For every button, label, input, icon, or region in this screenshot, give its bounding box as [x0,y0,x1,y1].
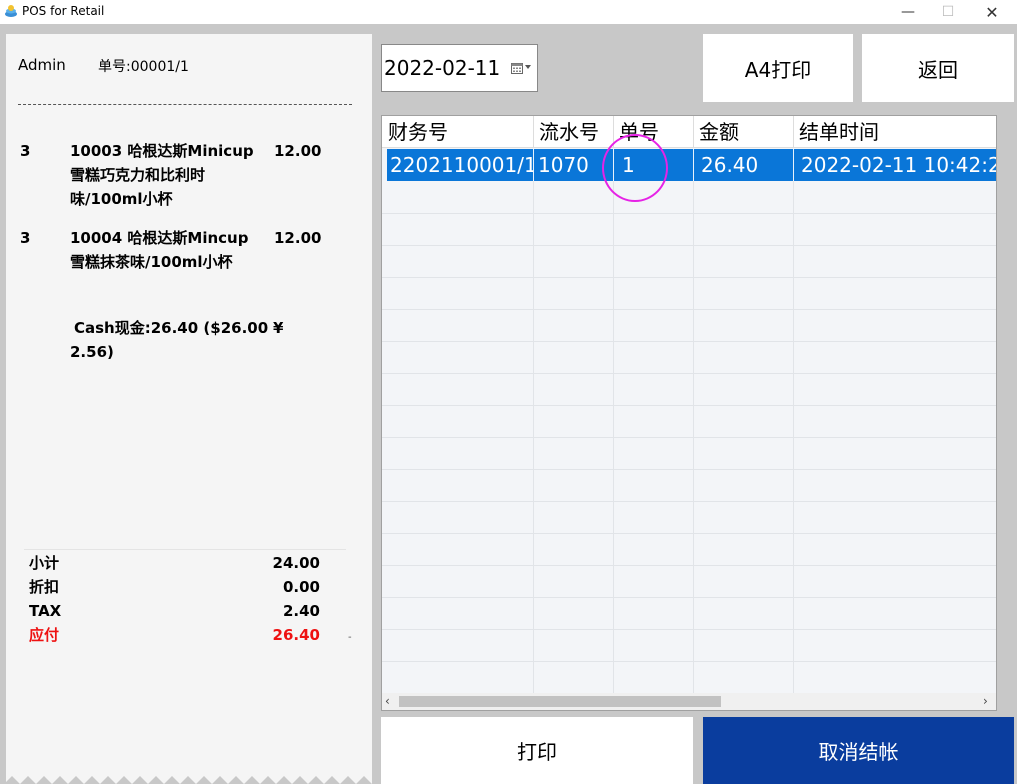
cell-amount: 26.40 [701,153,759,177]
grid-line [613,181,614,693]
amount-due-value: 26.40 [272,626,320,644]
horizontal-scrollbar[interactable]: ‹ › [382,693,996,710]
cell-finance-no: 2202110001/1 [390,153,533,177]
item-qty: 3 [20,142,31,160]
grid-header: 财务号 流水号 单号 金额 结单时间 [382,116,996,148]
subtotal-value: 24.00 [272,554,320,572]
receipt-torn-edge [6,770,372,784]
orders-grid: 财务号 流水号 单号 金额 结单时间 2202110001/1 1070 1 2… [381,115,997,711]
grid-line [693,181,694,693]
title-bar: POS for Retail — ☐ ✕ [0,0,1017,24]
grid-line [382,533,996,534]
subtotal-label: 小计 [29,554,60,572]
table-row[interactable]: 2202110001/1 1070 1 26.40 2022-02-11 10:… [387,149,997,181]
grid-line [382,309,996,310]
grid-line [382,405,996,406]
back-button[interactable]: 返回 [862,34,1014,102]
grid-line [382,373,996,374]
receipt-divider [18,104,352,105]
receipt-mark: - [348,632,352,643]
payment-currency: ¥ [273,319,284,337]
a4-print-button[interactable]: A4打印 [703,34,853,102]
date-picker[interactable]: 2022-02-11 [381,44,538,92]
scroll-left-icon[interactable]: ‹ [385,693,390,710]
item-description: 10004 哈根达斯Mincup雪糕抹茶味/100ml小杯 [70,229,249,271]
grid-line [382,565,996,566]
print-button[interactable]: 打印 [381,717,693,784]
grid-line [382,245,996,246]
discount-value: 0.00 [282,578,320,596]
amount-due-label: 应付 [29,626,60,644]
minimize-button[interactable]: — [888,0,928,24]
maximize-button[interactable]: ☐ [928,0,968,24]
column-header-amount[interactable]: 金额 [693,116,793,148]
tax-label: TAX [29,602,62,620]
window-title: POS for Retail [22,4,105,18]
item-price: 12.00 [274,142,322,160]
grid-line [382,597,996,598]
app-logo-icon [5,5,17,17]
column-header-closed-time[interactable]: 结单时间 [793,116,996,148]
item-price: 12.00 [274,229,322,247]
grid-line [382,437,996,438]
cell-divider [533,149,534,181]
grid-line [382,501,996,502]
chevron-down-icon[interactable] [525,65,531,69]
payment-line: Cash现金:26.40 ($26.00 [74,319,269,337]
item-description: 10003 哈根达斯Minicup雪糕巧克力和比利时味/100ml小杯 [70,142,254,208]
cell-divider [793,149,794,181]
grid-line [382,213,996,214]
column-header-serial-no[interactable]: 流水号 [533,116,613,148]
order-number: 单号:00001/1 [98,59,189,75]
scroll-right-icon[interactable]: › [983,693,988,710]
payment-line-cont: 2.56) [70,343,114,361]
close-button[interactable]: ✕ [972,0,1012,24]
item-qty: 3 [20,229,31,247]
highlight-circle [602,134,668,202]
grid-line [382,469,996,470]
date-value: 2022-02-11 [384,56,501,80]
summary-divider [24,549,346,550]
calendar-icon[interactable] [511,62,523,74]
grid-line [533,181,534,693]
scrollbar-thumb[interactable] [399,696,721,707]
cashier-name: Admin [18,56,66,74]
cell-closed-time: 2022-02-11 10:42:22 [801,153,997,177]
grid-line [382,341,996,342]
tax-value: 2.40 [282,602,320,620]
discount-label: 折扣 [29,578,60,596]
grid-line [793,181,794,693]
cell-divider [693,149,694,181]
column-header-finance-no[interactable]: 财务号 [382,116,533,148]
grid-line [382,661,996,662]
cancel-checkout-button[interactable]: 取消结帐 [703,717,1014,784]
grid-line [382,277,996,278]
grid-line [382,629,996,630]
